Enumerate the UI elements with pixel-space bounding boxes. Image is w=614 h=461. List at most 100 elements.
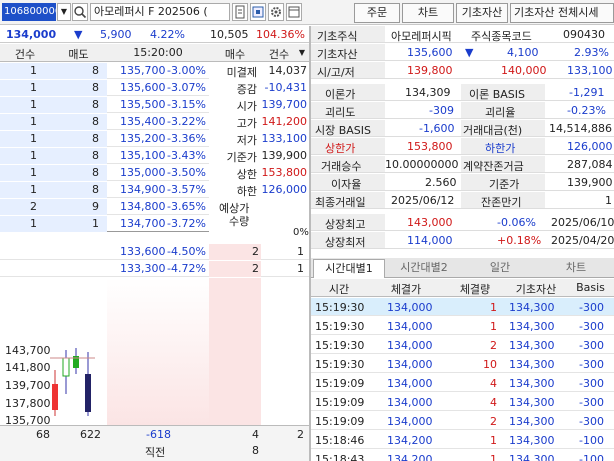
- ask-rate: -3.00%: [167, 64, 206, 77]
- tab-daily[interactable]: 일간: [463, 259, 537, 278]
- trade-row[interactable]: 15:19:09 134,000 4 134,300 -300: [311, 374, 614, 392]
- trade-row[interactable]: 15:19:30 134,000 10 134,300 -300: [311, 355, 614, 373]
- mini-candle-chart: 143,700 141,800 139,700 137,800 135,700: [0, 306, 107, 427]
- bid-price[interactable]: 133,600: [120, 245, 166, 258]
- info-value: 14,514,886: [549, 122, 612, 135]
- ask-rate: -3.72%: [167, 217, 206, 230]
- header-underlying: 기초자산: [515, 283, 557, 296]
- ask-count: 1: [30, 183, 37, 196]
- bid-row[interactable]: 133,600 -4.50% 2 1: [0, 244, 309, 260]
- chevron-down-icon[interactable]: ▼: [296, 48, 308, 57]
- bid-rate: -4.50%: [167, 245, 206, 258]
- ask-price[interactable]: 135,700: [120, 64, 166, 77]
- chart-tick: 139,700: [5, 379, 51, 392]
- trade-row[interactable]: 15:18:43 134,200 1 134,300 -100: [311, 450, 614, 461]
- info-row: 기초자산 135,600 ▼ 4,100 2.93%: [311, 44, 614, 61]
- tab-underlying[interactable]: 기초자산: [456, 3, 508, 23]
- tab-time-1[interactable]: 시간대별1: [313, 259, 385, 278]
- trade-row[interactable]: 15:18:46 134,200 1 134,300 -100: [311, 431, 614, 449]
- ask-price[interactable]: 135,100: [120, 149, 166, 162]
- bid-price[interactable]: 133,300: [120, 262, 166, 275]
- ask-price[interactable]: 135,000: [120, 166, 166, 179]
- ask-rate: -3.15%: [167, 98, 206, 111]
- header-bid-count: 건수: [268, 48, 290, 61]
- trade-qty: 1: [490, 320, 497, 333]
- link-icon[interactable]: [250, 3, 266, 21]
- info-value: 139,800: [407, 64, 453, 77]
- search-icon[interactable]: [72, 3, 88, 21]
- info-value: 153,800: [407, 140, 453, 153]
- ask-rate: -3.50%: [167, 166, 206, 179]
- ask-count: 1: [30, 115, 37, 128]
- toolbar: 106800000 ▼ 아모레퍼시 F 202506 ( 주문 차트 기초자산 …: [0, 0, 614, 25]
- ask-price[interactable]: 135,400: [120, 115, 166, 128]
- tab-underlying-all-quotes[interactable]: 기초자산 전체시세: [510, 3, 614, 23]
- info-label: 괴리도: [325, 106, 356, 119]
- trade-underlying: 134,300: [509, 339, 555, 352]
- info-value: 139,900: [261, 149, 308, 162]
- ask-qty: 8: [92, 132, 99, 145]
- trade-row[interactable]: 15:19:09 134,000 2 134,300 -300: [311, 412, 614, 430]
- ask-price[interactable]: 135,200: [120, 132, 166, 145]
- ask-rate: -3.36%: [167, 132, 206, 145]
- trade-qty: 4: [490, 396, 497, 409]
- trade-row[interactable]: 15:19:30 134,000 1 134,300 -300: [311, 298, 614, 316]
- trade-row[interactable]: 15:19:09 134,000 4 134,300 -300: [311, 393, 614, 411]
- tab-chart[interactable]: 차트: [402, 3, 454, 23]
- trade-qty: 1: [490, 301, 497, 314]
- info-value: 2025/06/12: [391, 194, 455, 207]
- header-bid-qty: 매수: [224, 48, 246, 61]
- chevron-down-icon[interactable]: ▼: [57, 3, 71, 21]
- info-value: -10,431: [264, 81, 307, 94]
- panel-icon[interactable]: [286, 3, 302, 21]
- symbol-name-field[interactable]: 아모레퍼시 F 202506 (: [90, 3, 230, 21]
- orderbook-totals: 68 622 -618 4 2 직전 8: [0, 425, 309, 461]
- qty-difference: -618: [146, 428, 171, 441]
- info-label: 증감: [236, 83, 257, 96]
- info-label: 이론 BASIS: [469, 88, 526, 101]
- ask-count: 1: [30, 81, 37, 94]
- ask-rate: -3.22%: [167, 115, 206, 128]
- trade-price: 134,000: [387, 396, 433, 409]
- ask-rate: -3.07%: [167, 81, 206, 94]
- ask-count: 1: [30, 166, 37, 179]
- document-icon[interactable]: [232, 3, 248, 21]
- price-summary: 134,000 ▼ 5,900 4.22% 10,505 104.36%: [0, 26, 309, 43]
- symbol-code-input[interactable]: 106800000: [2, 3, 56, 21]
- header-basis: Basis: [576, 281, 605, 294]
- info-value: 1: [605, 194, 612, 207]
- info-value: 2025/04/20: [551, 234, 614, 247]
- info-label: 잔존만기: [481, 196, 522, 209]
- tab-chart-small[interactable]: 차트: [539, 259, 613, 278]
- trade-price: 134,000: [387, 339, 433, 352]
- tab-order[interactable]: 주문: [354, 3, 400, 23]
- ask-price[interactable]: 135,500: [120, 98, 166, 111]
- tab-time-2[interactable]: 시간대별2: [387, 259, 461, 278]
- ask-qty: 8: [92, 64, 99, 77]
- header-time: 시간: [328, 283, 350, 296]
- gear-icon[interactable]: [268, 3, 284, 21]
- ask-price[interactable]: 135,600: [120, 81, 166, 94]
- ask-count: 1: [30, 217, 37, 230]
- ask-price[interactable]: 134,900: [120, 183, 166, 196]
- ask-price[interactable]: 134,700: [120, 217, 166, 230]
- bid-row[interactable]: 133,300 -4.72% 2 1: [0, 261, 309, 277]
- bid-qty: 2: [252, 245, 259, 258]
- trade-time: 15:18:46: [315, 434, 365, 447]
- daily-info-panel: 미결제 14,037 증감 -10,431 시가 139,700 고가 141,…: [209, 63, 309, 238]
- trade-tabs: 시간대별1 시간대별2 일간 차트: [311, 258, 614, 278]
- trade-table-header: 시간 체결가 체결량 기초자산 Basis: [311, 279, 614, 297]
- info-row: 괴리도 -309 괴리율 -0.23%: [311, 102, 614, 119]
- trade-row[interactable]: 15:19:30 134,000 1 134,300 -300: [311, 317, 614, 335]
- ask-price[interactable]: 134,800: [120, 200, 166, 213]
- header-time: 15:20:00: [133, 46, 183, 59]
- trade-table: 15:19:30 134,000 1 134,300 -300 15:19:30 134,0…: [311, 298, 614, 461]
- trade-time: 15:19:30: [315, 320, 365, 333]
- info-label: 기초주식: [317, 30, 358, 43]
- info-row: 시/고/저 139,800 140,000 133,100: [311, 62, 614, 79]
- info-label: 기준가: [226, 151, 257, 164]
- trade-underlying: 134,300: [509, 358, 555, 371]
- ask-qty: 1: [92, 217, 99, 230]
- info-label: 주식종목코드: [471, 30, 532, 43]
- trade-row[interactable]: 15:19:30 134,000 2 134,300 -300: [311, 336, 614, 354]
